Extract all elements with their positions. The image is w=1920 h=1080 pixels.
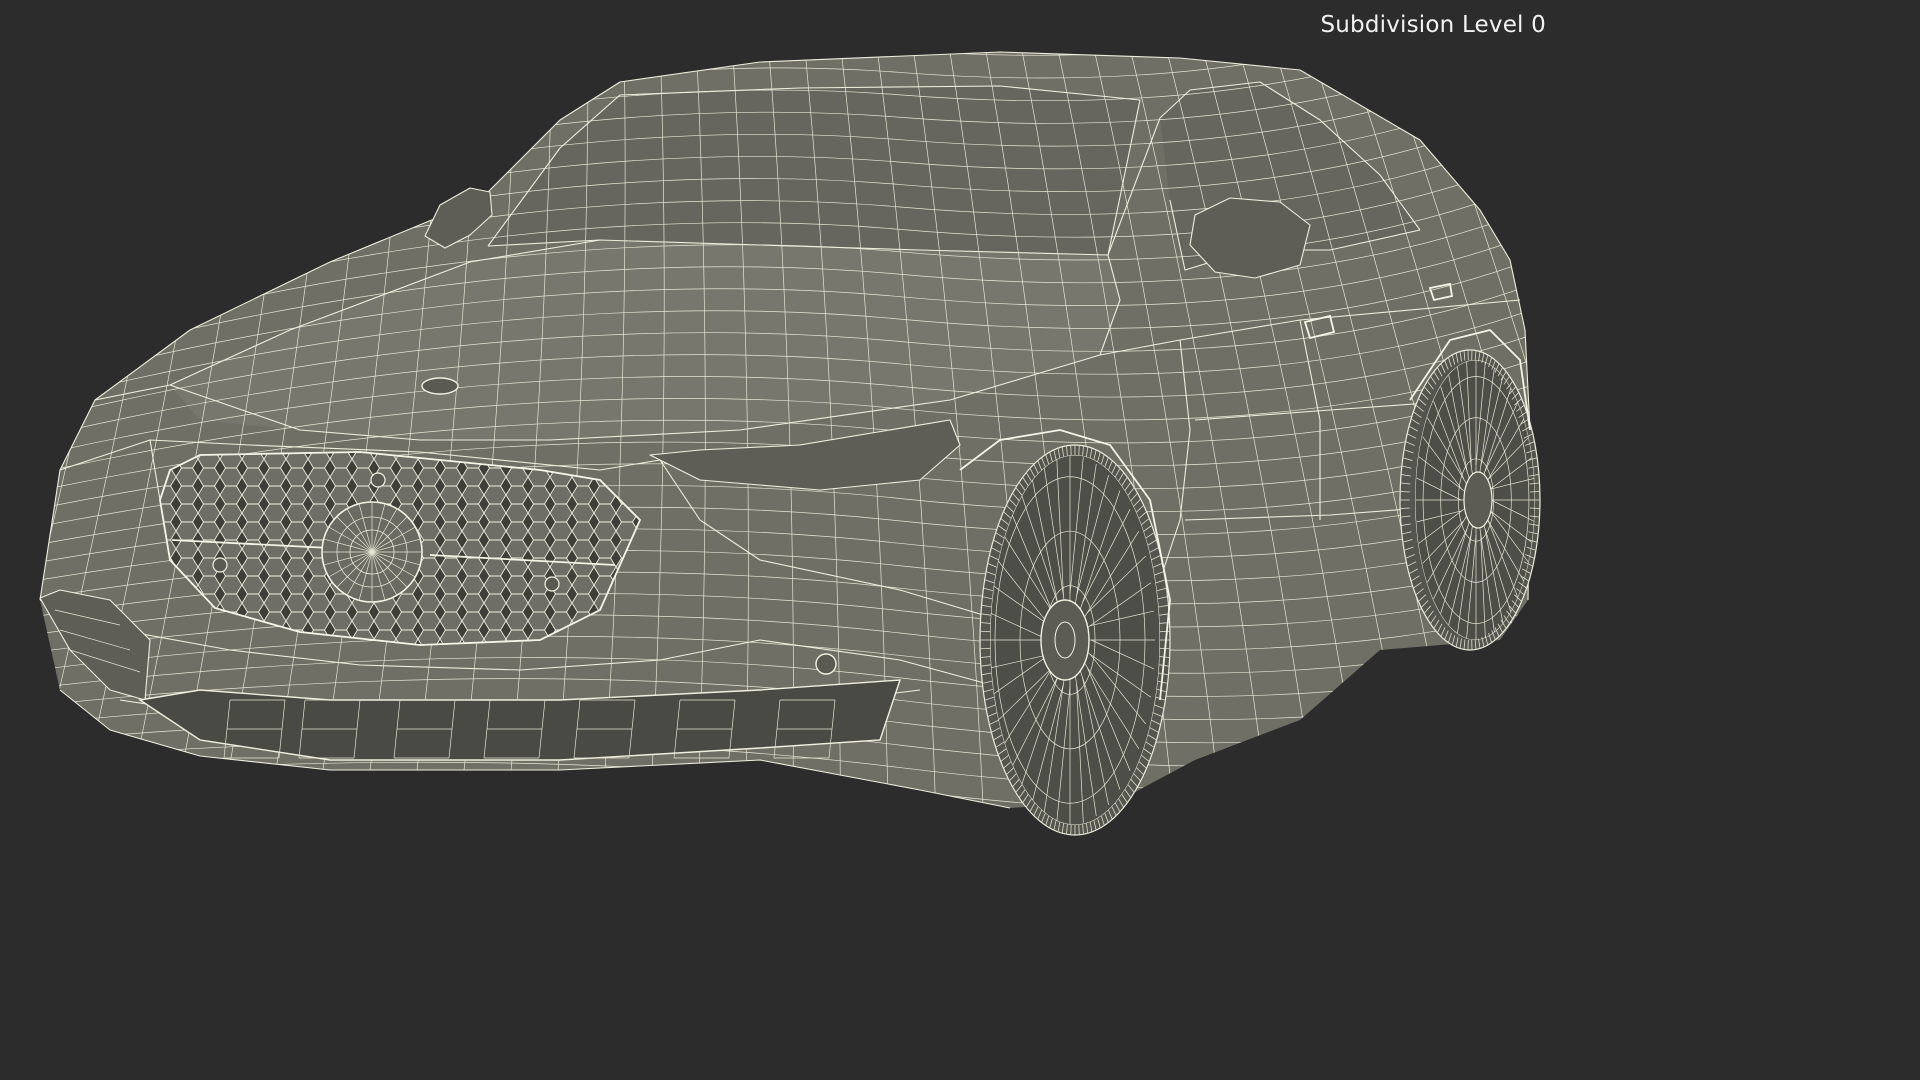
fog-sensor xyxy=(815,653,837,675)
car-wireframe-model xyxy=(39,51,1541,836)
grille-bolt-right xyxy=(544,576,560,592)
rear-wheel xyxy=(1399,349,1541,651)
front-sensor xyxy=(370,472,386,488)
3d-viewport[interactable]: Subdivision Level 0 xyxy=(0,0,1568,882)
subdivision-level-label: Subdivision Level 0 xyxy=(1320,12,1546,38)
grille-bolt-left xyxy=(212,557,228,573)
grille-emblem xyxy=(321,501,423,603)
front-wheel xyxy=(979,444,1171,836)
hood-emblem xyxy=(421,377,459,395)
